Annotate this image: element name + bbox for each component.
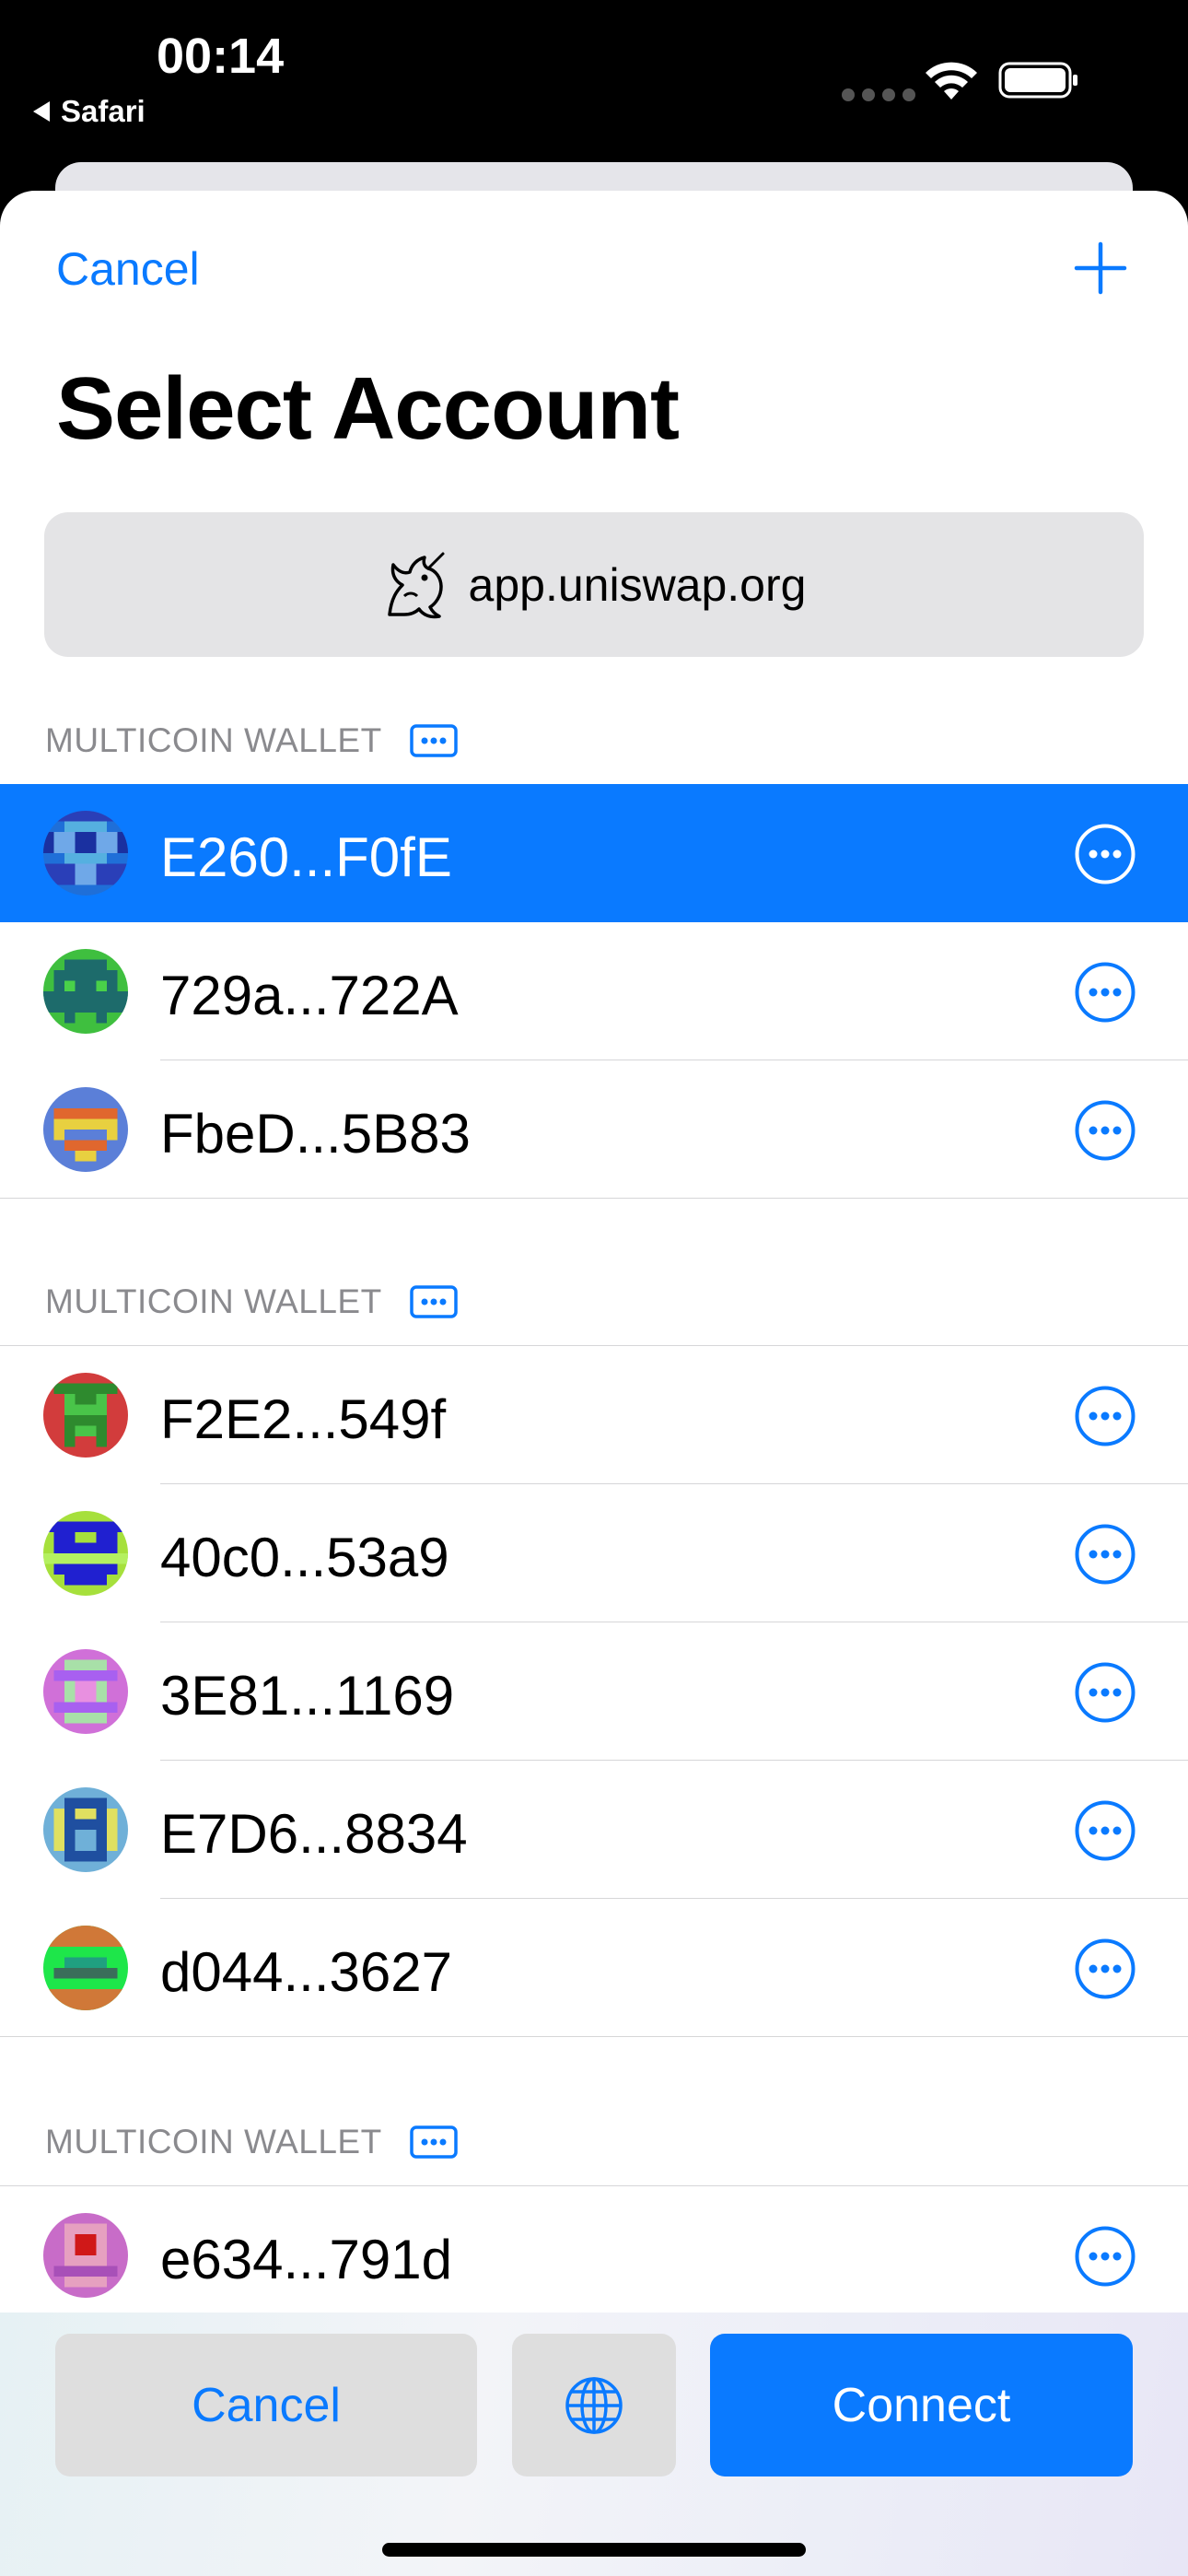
wallet-more-icon[interactable] bbox=[410, 1285, 458, 1318]
account-avatar bbox=[43, 1787, 128, 1872]
account-address: 40c0...53a9 bbox=[160, 1527, 449, 1588]
wallet-more-icon[interactable] bbox=[410, 2125, 458, 2159]
account-row[interactable]: 3E81...1169 bbox=[0, 1622, 1188, 1761]
site-origin-pill: app.uniswap.org bbox=[44, 512, 1144, 657]
page-title: Select Account bbox=[56, 359, 680, 458]
wallet-more-icon[interactable] bbox=[410, 724, 458, 757]
account-avatar bbox=[43, 1511, 128, 1596]
section-label: MULTICOIN WALLET bbox=[45, 721, 382, 759]
back-app-label: Safari bbox=[61, 94, 146, 128]
account-row[interactable]: FbeD...5B83 bbox=[0, 1060, 1188, 1199]
back-triangle-icon bbox=[33, 101, 50, 122]
account-address: d044...3627 bbox=[160, 1941, 452, 2003]
account-more-icon[interactable] bbox=[1075, 1386, 1136, 1446]
account-more-icon[interactable] bbox=[1075, 962, 1136, 1023]
account-address: 729a...722A bbox=[160, 965, 459, 1026]
account-row[interactable]: E7D6...8834 bbox=[0, 1761, 1188, 1899]
section-label: MULTICOIN WALLET bbox=[45, 2123, 382, 2160]
account-address: E7D6...8834 bbox=[160, 1803, 468, 1865]
account-avatar bbox=[43, 949, 128, 1034]
account-more-icon[interactable] bbox=[1075, 1524, 1136, 1585]
plus-icon[interactable] bbox=[1074, 241, 1127, 295]
wallet-section: MULTICOIN WALLET e634...791d bbox=[0, 2093, 1188, 2324]
back-to-safari-link[interactable]: Safari bbox=[33, 94, 146, 129]
section-header: MULTICOIN WALLET bbox=[0, 2093, 1188, 2185]
wallet-section: MULTICOIN WALLET bbox=[0, 692, 1188, 1199]
wifi-icon bbox=[926, 62, 977, 100]
status-time: 00:14 bbox=[157, 29, 285, 84]
account-address: E260...F0fE bbox=[160, 826, 452, 888]
account-row[interactable]: e634...791d bbox=[0, 2186, 1188, 2324]
account-avatar bbox=[43, 1087, 128, 1172]
account-more-icon[interactable] bbox=[1075, 1100, 1136, 1161]
status-bar: 00:14 Safari bbox=[0, 0, 1188, 217]
section-label: MULTICOIN WALLET bbox=[45, 1282, 382, 1320]
home-indicator[interactable] bbox=[382, 2543, 806, 2557]
uniswap-logo-icon bbox=[387, 552, 445, 618]
wallet-section: MULTICOIN WALLET bbox=[0, 1253, 1188, 2037]
globe-button[interactable] bbox=[512, 2334, 676, 2476]
account-more-icon[interactable] bbox=[1075, 2226, 1136, 2287]
account-address: FbeD...5B83 bbox=[160, 1103, 471, 1165]
account-avatar bbox=[43, 1649, 128, 1734]
account-more-icon[interactable] bbox=[1075, 1938, 1136, 1999]
account-more-icon[interactable] bbox=[1075, 824, 1136, 884]
section-header: MULTICOIN WALLET bbox=[0, 1253, 1188, 1345]
account-row[interactable]: 729a...722A bbox=[0, 922, 1188, 1060]
cellular-signal-icon bbox=[842, 88, 915, 101]
connect-button[interactable]: Connect bbox=[710, 2334, 1133, 2476]
bottom-action-bar: Cancel Connect bbox=[0, 2313, 1188, 2576]
account-sheet: Cancel Select Account app.uniswap.org MU… bbox=[0, 191, 1188, 2576]
cancel-button[interactable]: Cancel bbox=[55, 2334, 477, 2476]
section-header: MULTICOIN WALLET bbox=[0, 692, 1188, 784]
account-row[interactable]: F2E2...549f bbox=[0, 1346, 1188, 1484]
account-avatar bbox=[43, 1373, 128, 1458]
account-row[interactable]: E260...F0fE bbox=[0, 784, 1188, 922]
account-avatar bbox=[43, 2213, 128, 2298]
account-address: e634...791d bbox=[160, 2229, 452, 2290]
account-avatar bbox=[43, 1926, 128, 2010]
account-row[interactable]: 40c0...53a9 bbox=[0, 1484, 1188, 1622]
account-avatar bbox=[43, 811, 128, 896]
site-url: app.uniswap.org bbox=[468, 558, 807, 611]
battery-icon bbox=[998, 62, 1077, 99]
account-address: F2E2...549f bbox=[160, 1388, 447, 1450]
nav-cancel-button[interactable]: Cancel bbox=[56, 242, 200, 296]
account-more-icon[interactable] bbox=[1075, 1800, 1136, 1861]
globe-icon bbox=[565, 2376, 623, 2434]
account-address: 3E81...1169 bbox=[160, 1665, 455, 1727]
account-row[interactable]: d044...3627 bbox=[0, 1899, 1188, 2037]
account-more-icon[interactable] bbox=[1075, 1662, 1136, 1723]
